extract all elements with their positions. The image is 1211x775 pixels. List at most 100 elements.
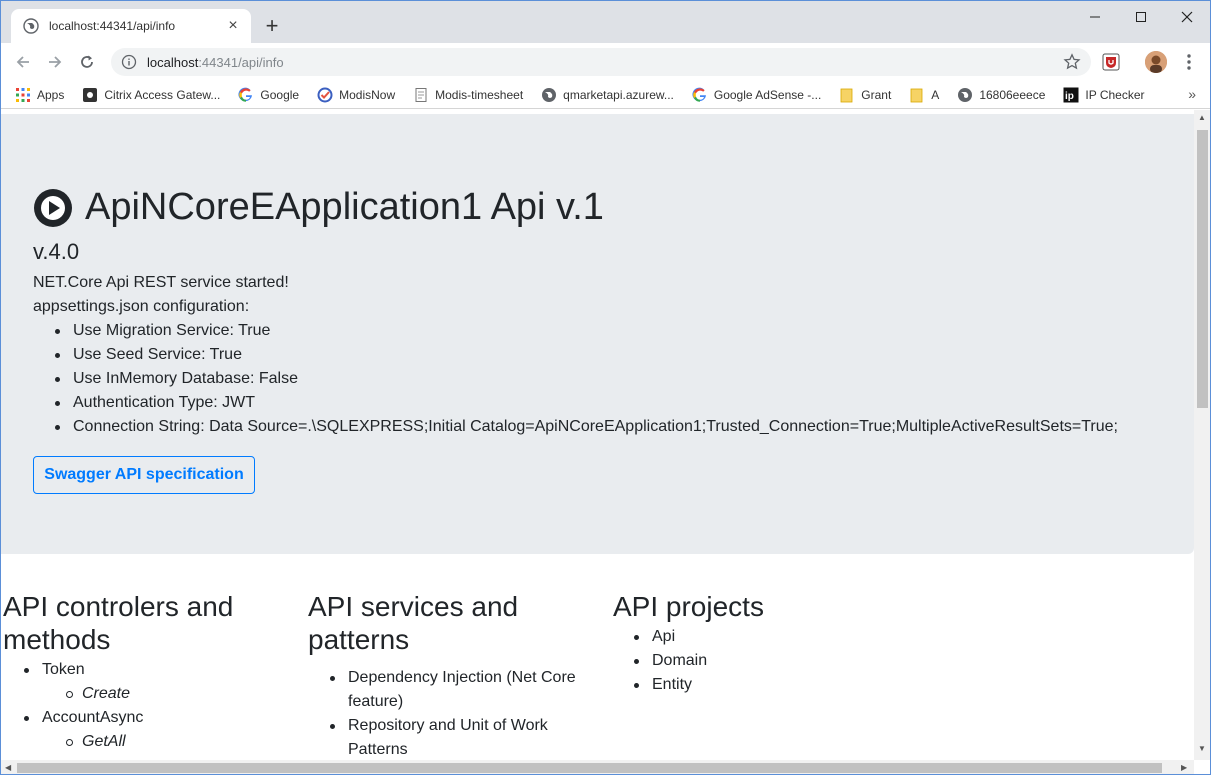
config-item: Use InMemory Database: False bbox=[55, 367, 1118, 391]
bookmark-citrix[interactable]: Citrix Access Gatew... bbox=[82, 87, 220, 103]
bookmark-label: A bbox=[931, 87, 940, 102]
list-item-line: feature) bbox=[348, 693, 404, 710]
scroll-down-icon[interactable]: ▼ bbox=[1198, 744, 1206, 753]
list-item: Entity bbox=[634, 673, 913, 697]
scroll-left-icon[interactable]: ◀ bbox=[5, 763, 11, 772]
list-item-line: Patterns bbox=[348, 741, 408, 758]
bookmark-label: Apps bbox=[37, 87, 65, 102]
bookmark-ip-checker[interactable]: ip IP Checker bbox=[1063, 87, 1145, 103]
info-icon[interactable] bbox=[121, 54, 137, 70]
bookmark-label: Citrix Access Gatew... bbox=[104, 87, 221, 102]
config-heading: appsettings.json configuration: bbox=[33, 298, 250, 315]
new-tab-button[interactable]: + bbox=[259, 13, 285, 39]
minimize-icon bbox=[1090, 16, 1100, 18]
config-item: Authentication Type: JWT bbox=[55, 391, 1118, 415]
projects-list: Api Domain Entity bbox=[613, 625, 913, 697]
list-item-line: Repository and Unit of Work bbox=[348, 717, 548, 734]
bookmark-qmarketapi[interactable]: qmarketapi.azurew... bbox=[541, 87, 674, 103]
scroll-right-icon[interactable]: ▶ bbox=[1181, 763, 1187, 772]
bookmark-google-adsense[interactable]: Google AdSense -... bbox=[692, 87, 821, 103]
section-title: API projects bbox=[613, 591, 764, 622]
page-header: ApiNCoreEApplication1 Api v.1 bbox=[33, 186, 604, 229]
bookmark-label: 16806eeece bbox=[979, 87, 1046, 102]
close-window-button[interactable] bbox=[1164, 3, 1210, 31]
globe-icon bbox=[542, 87, 557, 102]
vertical-scrollbar[interactable]: ▲ ▼ bbox=[1194, 110, 1210, 760]
controllers-list: Token Create AccountAsync GetAll bbox=[3, 658, 283, 754]
section-title-line: API controlers and bbox=[3, 591, 234, 622]
minimize-button[interactable] bbox=[1072, 3, 1118, 31]
list-item: Repository and Unit of Work Patterns bbox=[330, 714, 598, 760]
list-item: GetAll bbox=[66, 730, 283, 754]
folder-icon bbox=[910, 88, 923, 102]
bookmark-apps[interactable]: Apps bbox=[15, 87, 64, 103]
svg-text:ip: ip bbox=[1065, 91, 1074, 102]
jumbotron: ApiNCoreEApplication1 Api v.1 v.4.0 NET.… bbox=[1, 114, 1194, 554]
google-icon bbox=[238, 87, 253, 102]
apps-grid-icon bbox=[16, 87, 30, 102]
tab-strip: localhost:44341/api/info × + bbox=[1, 1, 1210, 43]
forward-button[interactable] bbox=[43, 50, 67, 74]
list-item: Dependency Injection (Net Core feature) bbox=[330, 666, 598, 714]
config-item: Use Migration Service: True bbox=[55, 319, 1118, 343]
back-arrow-icon bbox=[16, 56, 29, 68]
forward-arrow-icon bbox=[49, 56, 62, 68]
bookmark-grant[interactable]: Grant bbox=[839, 87, 891, 103]
bookmark-modisnow[interactable]: ModisNow bbox=[317, 87, 395, 103]
folder-icon bbox=[840, 88, 853, 102]
tab-close-icon[interactable]: × bbox=[225, 18, 241, 34]
page-viewport: ApiNCoreEApplication1 Api v.1 v.4.0 NET.… bbox=[1, 110, 1194, 760]
play-logo-icon bbox=[34, 188, 72, 227]
browser-tab[interactable]: localhost:44341/api/info × bbox=[11, 9, 251, 43]
page-title: ApiNCoreEApplication1 Api v.1 bbox=[85, 186, 604, 228]
bookmark-label: Google bbox=[260, 87, 300, 102]
page-icon bbox=[415, 87, 427, 102]
config-item: Use Seed Service: True bbox=[55, 343, 1118, 367]
list-item: AccountAsync bbox=[24, 706, 283, 730]
back-button[interactable] bbox=[11, 50, 35, 74]
profile-avatar[interactable] bbox=[1145, 51, 1167, 73]
section-title-line: methods bbox=[3, 624, 111, 655]
scroll-up-icon[interactable]: ▲ bbox=[1198, 113, 1206, 122]
list-item: Token bbox=[24, 658, 283, 682]
ip-icon: ip bbox=[1063, 87, 1079, 102]
browser-window: localhost:44341/api/info × + localhost:4… bbox=[0, 0, 1211, 775]
bookmarks-overflow-button[interactable]: » bbox=[1188, 86, 1196, 102]
address-bar[interactable]: localhost:44341/api/info bbox=[111, 48, 1091, 76]
bookmark-16806eeece[interactable]: 16806eeece bbox=[957, 87, 1045, 103]
menu-dots-icon[interactable] bbox=[1181, 53, 1197, 71]
section-title-line: patterns bbox=[308, 624, 410, 655]
projects-section: API projects Api Domain Entity bbox=[613, 590, 913, 697]
reload-icon bbox=[81, 55, 93, 68]
url-path: :44341/api/info bbox=[198, 54, 284, 70]
list-item: Api bbox=[634, 625, 913, 649]
globe-icon bbox=[958, 87, 973, 102]
section-title: API services and patterns bbox=[308, 590, 598, 656]
vertical-scroll-thumb[interactable] bbox=[1197, 130, 1208, 408]
user-avatar-icon bbox=[1145, 51, 1167, 73]
list-item: Create bbox=[66, 682, 283, 706]
bookmark-label: ModisNow bbox=[339, 87, 396, 102]
extension-icon[interactable] bbox=[1101, 52, 1121, 72]
tab-title: localhost:44341/api/info bbox=[49, 19, 176, 33]
bookmark-a[interactable]: A bbox=[909, 87, 939, 103]
maximize-button[interactable] bbox=[1118, 3, 1164, 31]
bookmark-modis-timesheet[interactable]: Modis-timesheet bbox=[413, 87, 523, 103]
horizontal-scroll-thumb[interactable] bbox=[17, 763, 1162, 773]
bookmark-label: IP Checker bbox=[1085, 87, 1145, 102]
services-list: Dependency Injection (Net Core feature) … bbox=[308, 666, 598, 760]
services-section: API services and patterns Dependency Inj… bbox=[308, 590, 598, 760]
horizontal-scrollbar[interactable]: ◀ ▶ bbox=[1, 760, 1194, 774]
version-label: v.4.0 bbox=[33, 239, 80, 264]
bookmark-star-icon[interactable] bbox=[1063, 53, 1081, 71]
swagger-button[interactable]: Swagger API specification bbox=[33, 456, 255, 494]
controllers-section: API controlers and methods Token Create … bbox=[3, 590, 283, 754]
globe-icon bbox=[23, 18, 39, 34]
config-list: Use Migration Service: True Use Seed Ser… bbox=[55, 319, 1118, 439]
bookmark-label: Grant bbox=[861, 87, 892, 102]
close-icon bbox=[1181, 11, 1193, 23]
section-title-line: API services and bbox=[308, 591, 519, 622]
reload-button[interactable] bbox=[75, 50, 99, 74]
google-icon bbox=[692, 87, 706, 102]
bookmark-google[interactable]: Google bbox=[238, 87, 299, 103]
